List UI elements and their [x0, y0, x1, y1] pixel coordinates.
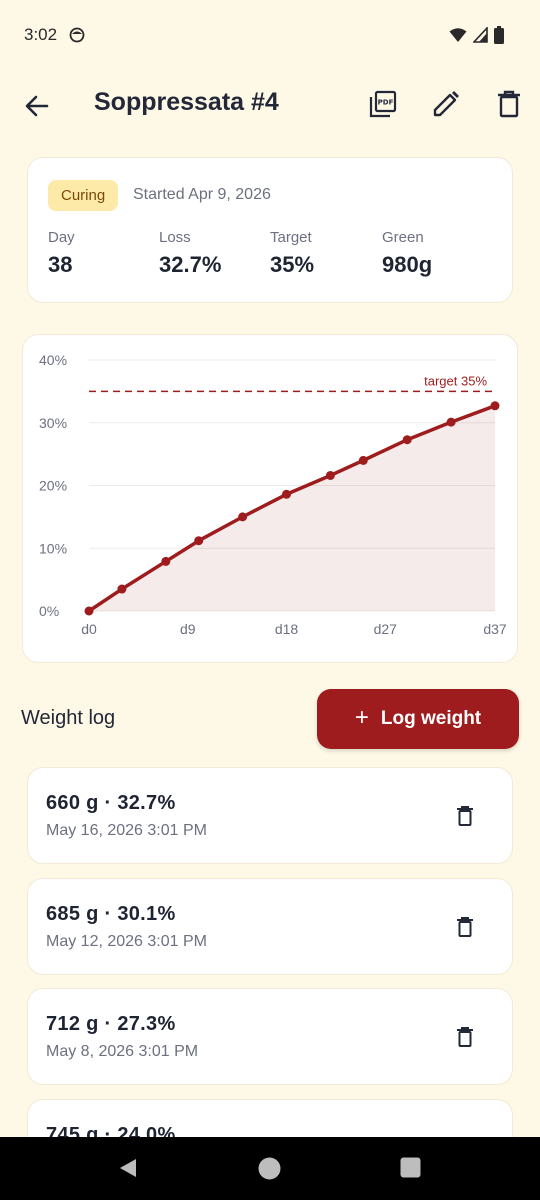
stat-label: Target [270, 229, 312, 246]
weight-entry[interactable]: 660 g · 32.7% May 16, 2026 3:01 PM [27, 767, 513, 864]
entry-weight-loss: 660 g · 32.7% [46, 792, 176, 814]
stat-label: Loss [159, 229, 191, 246]
x-tick-label: d37 [483, 621, 507, 637]
data-point [358, 455, 368, 465]
started-date: Started Apr 9, 2026 [133, 186, 271, 203]
pdf-export-icon[interactable]: PDF [368, 89, 398, 119]
stat-green: Green 980g [382, 229, 432, 278]
signal-icon [473, 27, 488, 43]
page-title: Soppressata #4 [94, 88, 279, 116]
x-tick-label: d0 [81, 621, 97, 637]
y-tick-label: 0% [39, 603, 59, 619]
entry-weight-loss: 712 g · 27.3% [46, 1013, 176, 1035]
weight-loss-chart: 0% 10% 20% 30% 40% d0 d9 d18 d27 d37 target 35% [39, 352, 507, 637]
data-point [161, 556, 171, 566]
data-point [238, 512, 248, 522]
target-label: target 35% [424, 373, 487, 388]
app-bar: Soppressata #4 PDF [0, 72, 540, 138]
y-tick-label: 40% [39, 352, 67, 368]
entry-weight-loss: 685 g · 30.1% [46, 903, 176, 925]
data-point [490, 401, 500, 411]
delete-entry-icon[interactable] [453, 804, 477, 828]
back-arrow-icon[interactable] [22, 91, 52, 121]
delete-entry-icon[interactable] [453, 915, 477, 939]
stat-label: Green [382, 229, 424, 246]
system-nav-bar [0, 1137, 540, 1200]
x-tick-label: d9 [180, 621, 196, 637]
data-point [402, 435, 412, 445]
stat-value: 38 [48, 252, 73, 277]
battery-icon [494, 26, 504, 44]
stat-value: 35% [270, 252, 315, 277]
data-point [84, 606, 94, 616]
entry-date: May 16, 2026 3:01 PM [46, 822, 207, 839]
status-time: 3:02 [24, 25, 58, 44]
data-point [282, 489, 292, 499]
data-point [117, 584, 127, 594]
x-tick-label: d27 [374, 621, 398, 637]
edit-pencil-icon[interactable] [431, 89, 461, 119]
svg-text:PDF: PDF [378, 99, 394, 107]
delete-entry-icon[interactable] [453, 1025, 477, 1049]
weight-entry[interactable]: 712 g · 27.3% May 8, 2026 3:01 PM [27, 988, 513, 1085]
x-tick-label: d18 [275, 621, 299, 637]
stat-value: 32.7% [159, 252, 222, 277]
stat-loss: Loss 32.7% [159, 229, 221, 278]
nav-recents-icon[interactable] [400, 1157, 421, 1178]
series-area [89, 405, 495, 611]
status-badge: Curing [48, 180, 119, 211]
data-point [325, 470, 335, 480]
y-tick-label: 10% [39, 540, 67, 556]
app-notification-icon [69, 27, 85, 43]
log-weight-label: Log weight [380, 708, 482, 729]
wifi-icon [449, 28, 467, 42]
entry-date: May 12, 2026 3:01 PM [46, 933, 207, 950]
weight-loss-chart-card: 0% 10% 20% 30% 40% d0 d9 d18 d27 d37 target 35% [22, 334, 518, 663]
summary-card: Curing Started Apr 9, 2026 Day 38 Loss 3… [27, 157, 513, 303]
y-tick-label: 30% [39, 415, 67, 431]
delete-trash-icon[interactable] [494, 89, 524, 119]
nav-home-icon[interactable] [258, 1157, 281, 1180]
log-weight-button[interactable]: + Log weight [317, 689, 519, 749]
stat-target: Target 35% [270, 229, 314, 278]
plus-icon: + [354, 704, 369, 731]
data-point [194, 536, 204, 546]
nav-back-icon[interactable] [117, 1157, 139, 1179]
y-tick-label: 20% [39, 478, 67, 494]
stat-day: Day 38 [48, 229, 75, 278]
weight-entry[interactable]: 685 g · 30.1% May 12, 2026 3:01 PM [27, 878, 513, 975]
stat-label: Day [48, 229, 75, 246]
status-bar: 3:02 [0, 0, 540, 70]
weight-log-title: Weight log [21, 707, 116, 729]
data-point [446, 417, 456, 427]
stat-value: 980g [382, 252, 433, 277]
entry-date: May 8, 2026 3:01 PM [46, 1043, 199, 1060]
